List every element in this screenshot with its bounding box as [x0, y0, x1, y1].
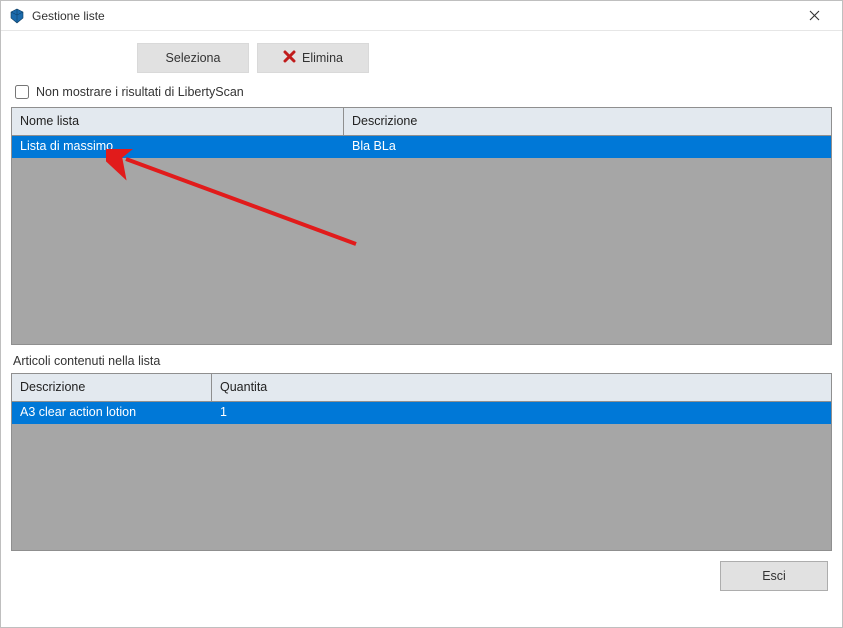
content-area: Seleziona Elimina Non mostrare i risulta…	[1, 31, 842, 627]
articles-col-quantity[interactable]: Quantita	[212, 374, 831, 401]
lists-grid: Nome lista Descrizione Lista di massimoB…	[11, 107, 832, 345]
articles-cell-quantity: 1	[212, 402, 831, 424]
articles-section-label: Articoli contenuti nella lista	[11, 345, 832, 373]
hide-libertyscan-row: Non mostrare i risultati di LibertyScan	[11, 81, 832, 107]
window-title: Gestione liste	[32, 9, 794, 23]
lists-cell-name: Lista di massimo	[12, 136, 344, 158]
articles-grid: Descrizione Quantita A3 clear action lot…	[11, 373, 832, 551]
seleziona-label: Seleziona	[166, 51, 221, 65]
footer: Esci	[11, 551, 832, 591]
elimina-label: Elimina	[302, 51, 343, 65]
articles-row[interactable]: A3 clear action lotion1	[12, 402, 831, 424]
articles-col-description[interactable]: Descrizione	[12, 374, 212, 401]
toolbar: Seleziona Elimina	[11, 39, 832, 81]
hide-libertyscan-label: Non mostrare i risultati di LibertyScan	[36, 85, 244, 99]
lists-grid-body[interactable]: Lista di massimoBla BLa	[12, 136, 831, 344]
delete-icon	[283, 50, 296, 66]
app-icon	[9, 8, 25, 24]
articles-grid-body[interactable]: A3 clear action lotion1	[12, 402, 831, 550]
lists-cell-description: Bla BLa	[344, 136, 831, 158]
elimina-button[interactable]: Elimina	[257, 43, 369, 73]
lists-col-name[interactable]: Nome lista	[12, 108, 344, 135]
articles-grid-header: Descrizione Quantita	[12, 374, 831, 402]
close-icon	[809, 10, 820, 21]
close-button[interactable]	[794, 2, 834, 30]
articles-cell-description: A3 clear action lotion	[12, 402, 212, 424]
seleziona-button[interactable]: Seleziona	[137, 43, 249, 73]
esci-button[interactable]: Esci	[720, 561, 828, 591]
hide-libertyscan-checkbox[interactable]	[15, 85, 29, 99]
lists-col-description[interactable]: Descrizione	[344, 108, 831, 135]
dialog-window: Gestione liste Seleziona Elimina Non mos…	[0, 0, 843, 628]
titlebar: Gestione liste	[1, 1, 842, 31]
lists-grid-header: Nome lista Descrizione	[12, 108, 831, 136]
lists-row[interactable]: Lista di massimoBla BLa	[12, 136, 831, 158]
